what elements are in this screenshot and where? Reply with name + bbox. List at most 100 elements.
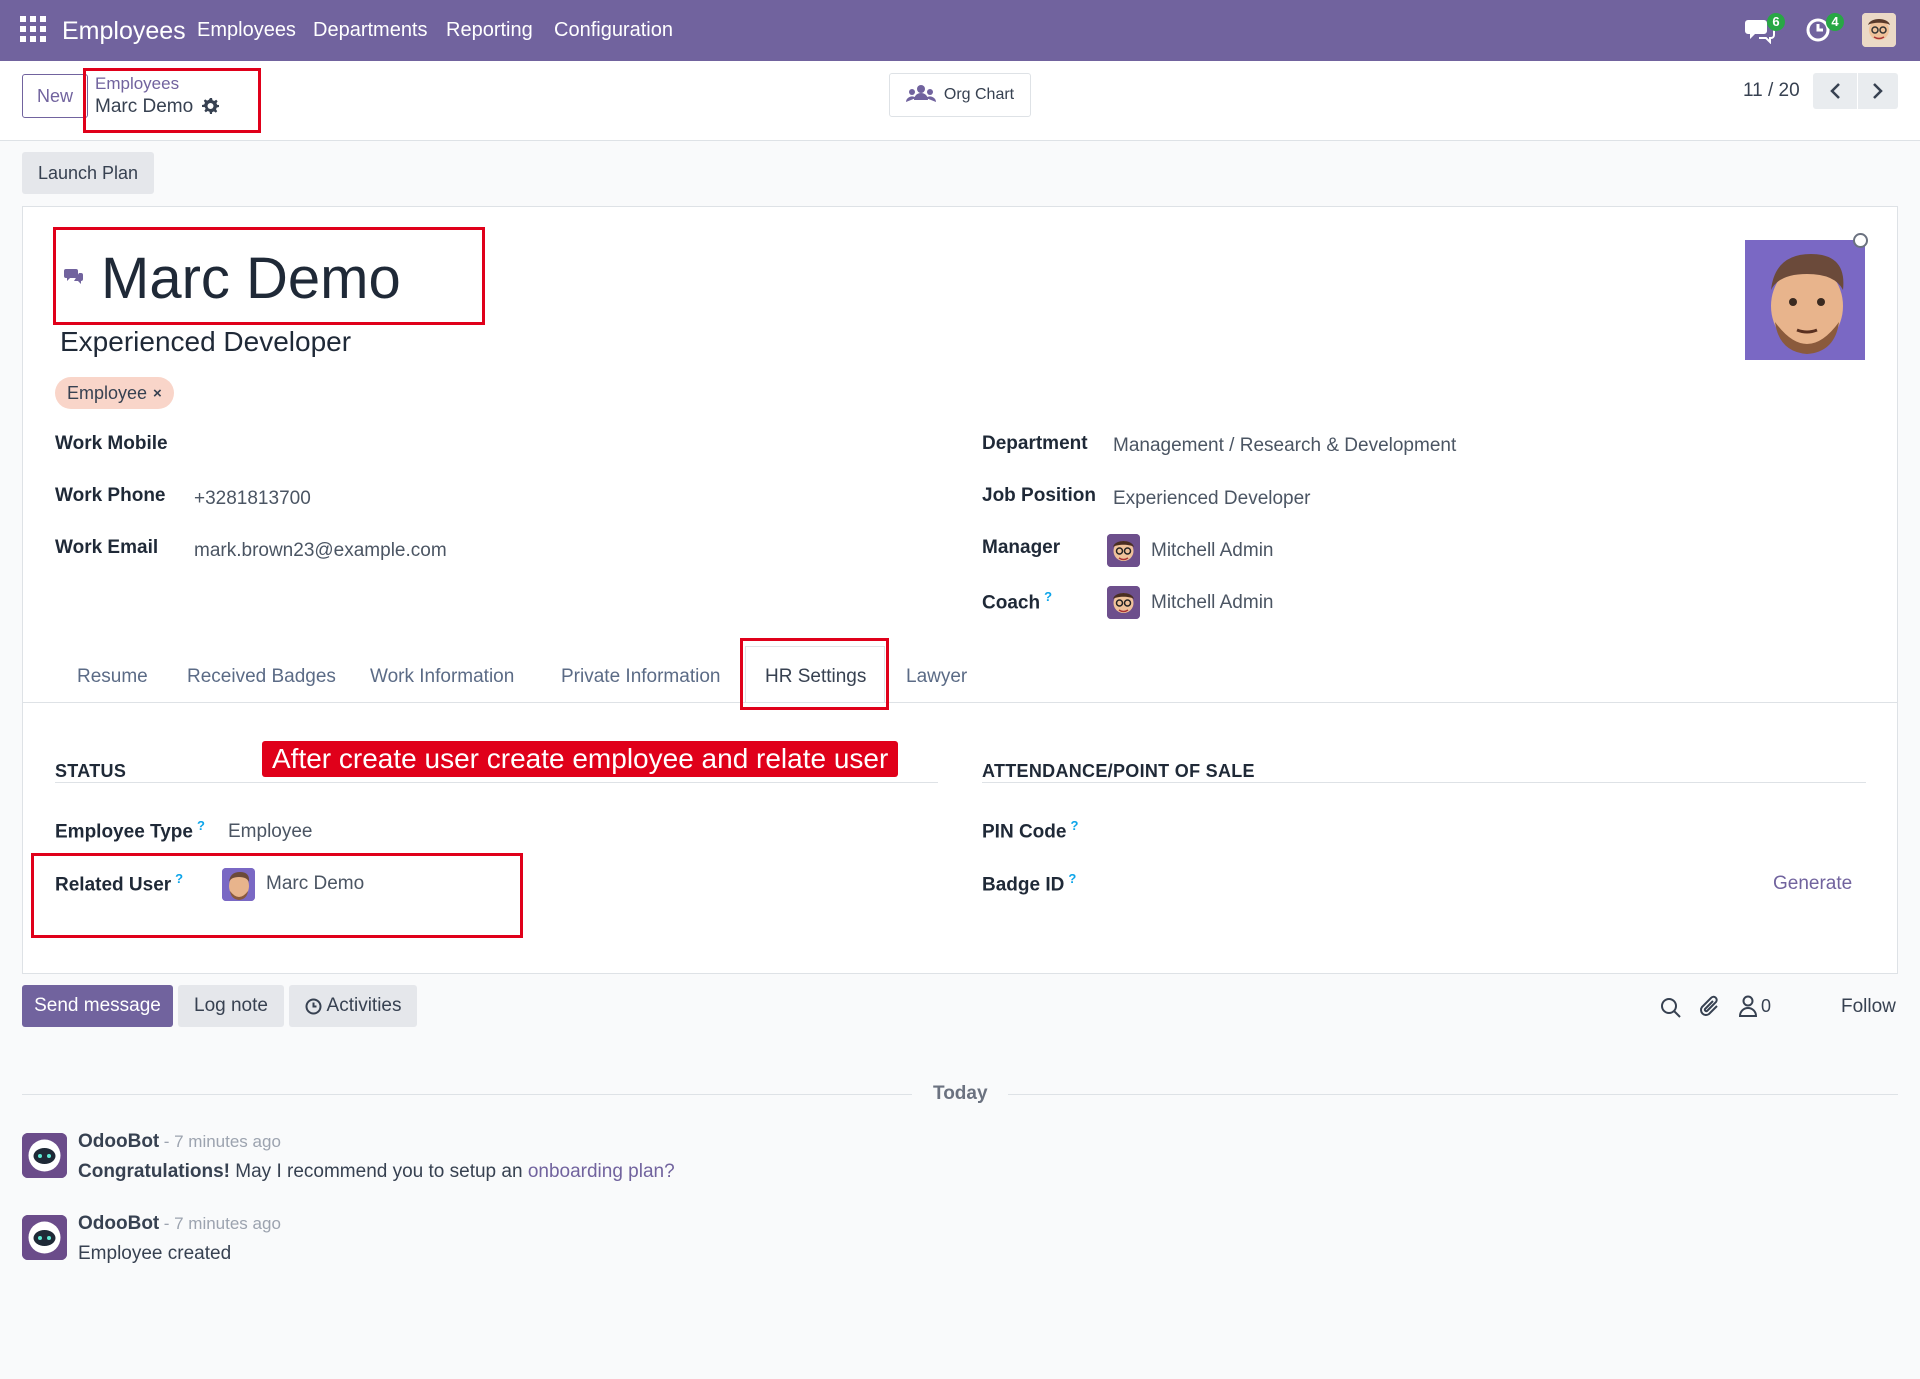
menu-reporting[interactable]: Reporting [446, 19, 533, 42]
breadcrumb-employees[interactable]: Employees [95, 74, 179, 94]
coach-label: Coach? [982, 589, 1053, 614]
attendance-divider [982, 782, 1866, 783]
odoobot-avatar[interactable] [22, 1215, 67, 1260]
tab-resume[interactable]: Resume [77, 666, 148, 688]
tab-received-badges[interactable]: Received Badges [187, 666, 336, 688]
job-position-field[interactable]: Experienced Developer [1113, 488, 1311, 510]
help-icon: ? [1068, 871, 1077, 886]
related-user-avatar [222, 868, 255, 901]
badge-id-input[interactable] [1113, 869, 1753, 897]
tab-hr-settings[interactable]: HR Settings [765, 666, 866, 688]
launch-plan-button[interactable]: Launch Plan [22, 152, 154, 194]
employee-type-label: Employee Type? [55, 818, 205, 843]
job-position-label: Job Position [982, 485, 1096, 506]
send-message-button[interactable]: Send message [22, 985, 173, 1027]
employee-name[interactable]: Marc Demo [101, 245, 401, 312]
work-mobile-label: Work Mobile [55, 433, 168, 454]
gear-icon[interactable] [200, 96, 220, 121]
form-sheet [22, 206, 1898, 974]
message-text: May I recommend you to setup an [230, 1161, 528, 1182]
department-label: Department [982, 433, 1088, 454]
messages-count-badge: 6 [1767, 13, 1785, 31]
tab-work-information[interactable]: Work Information [370, 666, 514, 688]
manager-avatar [1107, 534, 1140, 567]
pager-previous-button[interactable] [1813, 73, 1857, 109]
menu-departments[interactable]: Departments [313, 19, 428, 42]
work-phone-input[interactable]: +3281813700 [194, 488, 311, 510]
user-icon [1739, 995, 1757, 1017]
job-title[interactable]: Experienced Developer [60, 326, 351, 358]
related-user-field[interactable]: Marc Demo [266, 873, 364, 895]
date-separator-line-right [1008, 1094, 1898, 1095]
manager-label: Manager [982, 537, 1061, 558]
messages-button[interactable]: 6 [1745, 13, 1785, 46]
activities-count-badge: 4 [1826, 13, 1844, 31]
activities-button[interactable]: Activities [289, 985, 417, 1027]
coach-field[interactable]: Mitchell Admin [1151, 592, 1274, 614]
message-time: - 7 minutes ago [163, 1132, 281, 1151]
employee-tag: Employee × [55, 377, 174, 409]
pin-code-input[interactable] [1113, 816, 1863, 844]
follow-button[interactable]: Follow [1841, 996, 1896, 1018]
control-panel: New Employees Marc Demo Org Chart 11 / 2… [0, 61, 1920, 141]
badge-id-label: Badge ID? [982, 871, 1077, 896]
help-icon: ? [175, 871, 184, 886]
chevron-right-icon [1873, 83, 1883, 99]
employee-type-field[interactable]: Employee [228, 821, 313, 843]
message-header: OdooBot - 7 minutes ago [78, 1131, 281, 1153]
log-note-button[interactable]: Log note [178, 985, 284, 1027]
app-title[interactable]: Employees [62, 17, 186, 46]
department-field[interactable]: Management / Research & Development [1113, 435, 1456, 457]
org-chart-label: Org Chart [943, 86, 1015, 103]
users-icon [905, 85, 936, 102]
coach-avatar [1107, 586, 1140, 619]
tab-lawyer[interactable]: Lawyer [906, 666, 967, 688]
search-icon[interactable] [1660, 997, 1682, 1024]
followers-button[interactable]: 0 [1739, 995, 1771, 1017]
date-separator: Today [933, 1083, 988, 1104]
breadcrumb-current: Marc Demo [95, 96, 194, 117]
work-mobile-input[interactable] [194, 433, 894, 459]
org-chart-button[interactable]: Org Chart [889, 73, 1031, 117]
help-icon: ? [1044, 589, 1053, 604]
help-icon: ? [1070, 818, 1079, 833]
message-header: OdooBot - 7 minutes ago [78, 1213, 281, 1235]
pin-code-label: PIN Code? [982, 818, 1079, 843]
message-body: Employee created [78, 1243, 232, 1264]
activities-label: Activities [326, 995, 402, 1016]
onboarding-plan-link[interactable]: onboarding plan? [528, 1161, 675, 1182]
menu-configuration[interactable]: Configuration [554, 19, 673, 42]
employee-photo[interactable] [1745, 240, 1865, 360]
message-time: - 7 minutes ago [163, 1214, 281, 1233]
message-author[interactable]: OdooBot [78, 1213, 159, 1234]
app-menu-icon[interactable] [20, 16, 50, 46]
activities-button[interactable]: 4 [1805, 13, 1845, 46]
menu-employees[interactable]: Employees [197, 19, 296, 42]
paperclip-icon[interactable] [1699, 995, 1721, 1024]
message-body: Congratulations! May I recommend you to … [78, 1161, 675, 1183]
new-button[interactable]: New [22, 74, 88, 118]
status-section-heading: STATUS [55, 761, 127, 781]
annotation-callout: After create user create employee and re… [262, 741, 899, 777]
followers-count: 0 [1761, 995, 1772, 1016]
attendance-section-heading: ATTENDANCE/POINT OF SALE [982, 761, 1255, 781]
generate-badge-button[interactable]: Generate [1773, 873, 1852, 895]
chat-bubble-icon[interactable] [64, 267, 84, 290]
pager-next-button[interactable] [1858, 73, 1898, 109]
pager-value[interactable]: 11 / 20 [1743, 80, 1800, 102]
employee-tag-label: Employee [67, 382, 148, 403]
tab-private-information[interactable]: Private Information [561, 666, 720, 688]
message-author[interactable]: OdooBot [78, 1131, 159, 1152]
date-separator-line-left [22, 1094, 912, 1095]
message-bold-text: Congratulations! [78, 1161, 230, 1182]
status-divider [55, 782, 938, 783]
user-avatar[interactable] [1862, 13, 1896, 47]
top-navbar: Employees Employees Departments Reportin… [0, 0, 1920, 61]
work-email-input[interactable]: mark.brown23@example.com [194, 540, 447, 562]
tag-remove-icon[interactable]: × [153, 385, 162, 402]
chevron-left-icon [1830, 83, 1840, 99]
work-email-label: Work Email [55, 537, 159, 558]
manager-field[interactable]: Mitchell Admin [1151, 540, 1274, 562]
related-user-label: Related User? [55, 871, 184, 896]
odoobot-avatar[interactable] [22, 1133, 67, 1178]
